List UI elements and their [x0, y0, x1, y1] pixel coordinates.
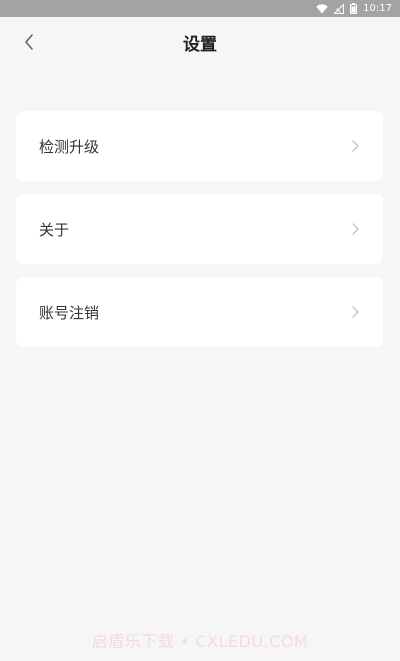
settings-list: 检测升级 关于 账号注销: [16, 111, 383, 360]
status-icons: 10:17: [316, 0, 392, 17]
status-bar: 10:17: [0, 0, 400, 17]
settings-item-label: 关于: [39, 220, 70, 239]
signal-icon: [334, 3, 345, 14]
settings-item-label: 账号注销: [39, 303, 100, 322]
wifi-icon: [316, 3, 328, 14]
watermark: 启盾乐下载 • CXLEDU.COM: [91, 632, 309, 651]
chevron-right-icon: [352, 306, 359, 318]
chevron-right-icon: [352, 223, 359, 235]
settings-item-about[interactable]: 关于: [16, 194, 383, 264]
settings-item-label: 检测升级: [39, 137, 100, 156]
app-bar: 设置: [0, 17, 400, 73]
page-title: 设置: [183, 35, 217, 55]
chevron-right-icon: [352, 140, 359, 152]
settings-item-account-deletion[interactable]: 账号注销: [16, 277, 383, 347]
battery-icon: [350, 3, 358, 14]
status-time: 10:17: [363, 3, 392, 14]
settings-item-check-update[interactable]: 检测升级: [16, 111, 383, 181]
